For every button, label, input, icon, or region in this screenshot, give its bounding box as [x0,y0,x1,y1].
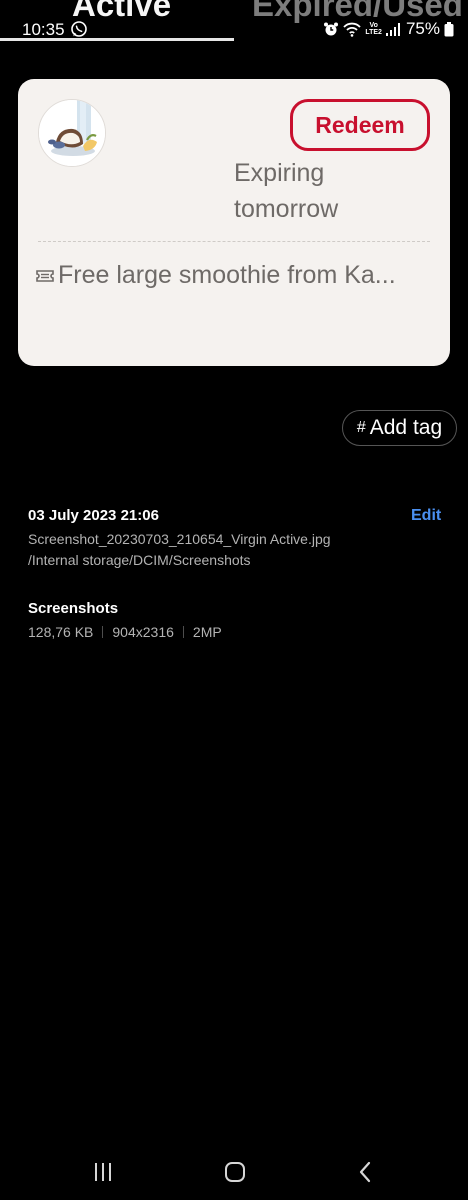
battery-percentage: 75% [405,19,440,38]
battery-icon [444,21,454,36]
edit-button[interactable]: Edit [411,507,441,525]
meta-separator [182,626,184,638]
hash-icon: # [356,419,366,436]
back-icon[interactable] [356,1160,374,1184]
image-megapixels: 2MP [192,624,222,640]
alarm-icon [324,22,339,36]
offer-row: Free large smoothie from Ka... [36,261,436,290]
whatsapp-icon [71,21,87,37]
image-dimensions: 904x2316 [112,624,174,640]
lte-icon: Vo LTE2 [365,22,382,36]
coconut-smoothie-image [38,99,106,167]
status-bar: 10:35 Vo LTE2 75% [0,16,468,42]
dashed-divider [38,241,430,242]
status-icons: Vo LTE2 75% [323,19,454,39]
file-meta: 128,76 KB 904x2316 2MP [28,624,222,640]
expiry-text: Expiring tomorrow [234,159,339,223]
album-name: Screenshots [28,600,119,617]
file-name: Screenshot_20230703_210654_Virgin Active… [28,531,331,547]
voucher-card[interactable]: Redeem Expiring tomorrow Free large smoo… [18,79,450,366]
ticket-icon [36,269,54,282]
add-tag-button[interactable]: # Add tag [342,410,457,446]
file-size: 128,76 KB [28,624,94,640]
status-time: 10:35 [22,20,65,39]
offer-title: Free large smoothie from Ka... [58,261,396,289]
capture-date: 03 July 2023 21:06 [28,507,159,524]
file-path: /Internal storage/DCIM/Screenshots [28,552,251,568]
side-handle[interactable] [0,201,8,243]
recents-icon[interactable] [92,1162,114,1182]
signal-icon [385,23,400,36]
meta-separator [102,626,104,638]
redeem-button[interactable]: Redeem [290,99,430,151]
wifi-icon [343,22,362,37]
add-tag-label: Add tag [369,416,443,439]
home-icon[interactable] [224,1161,246,1183]
